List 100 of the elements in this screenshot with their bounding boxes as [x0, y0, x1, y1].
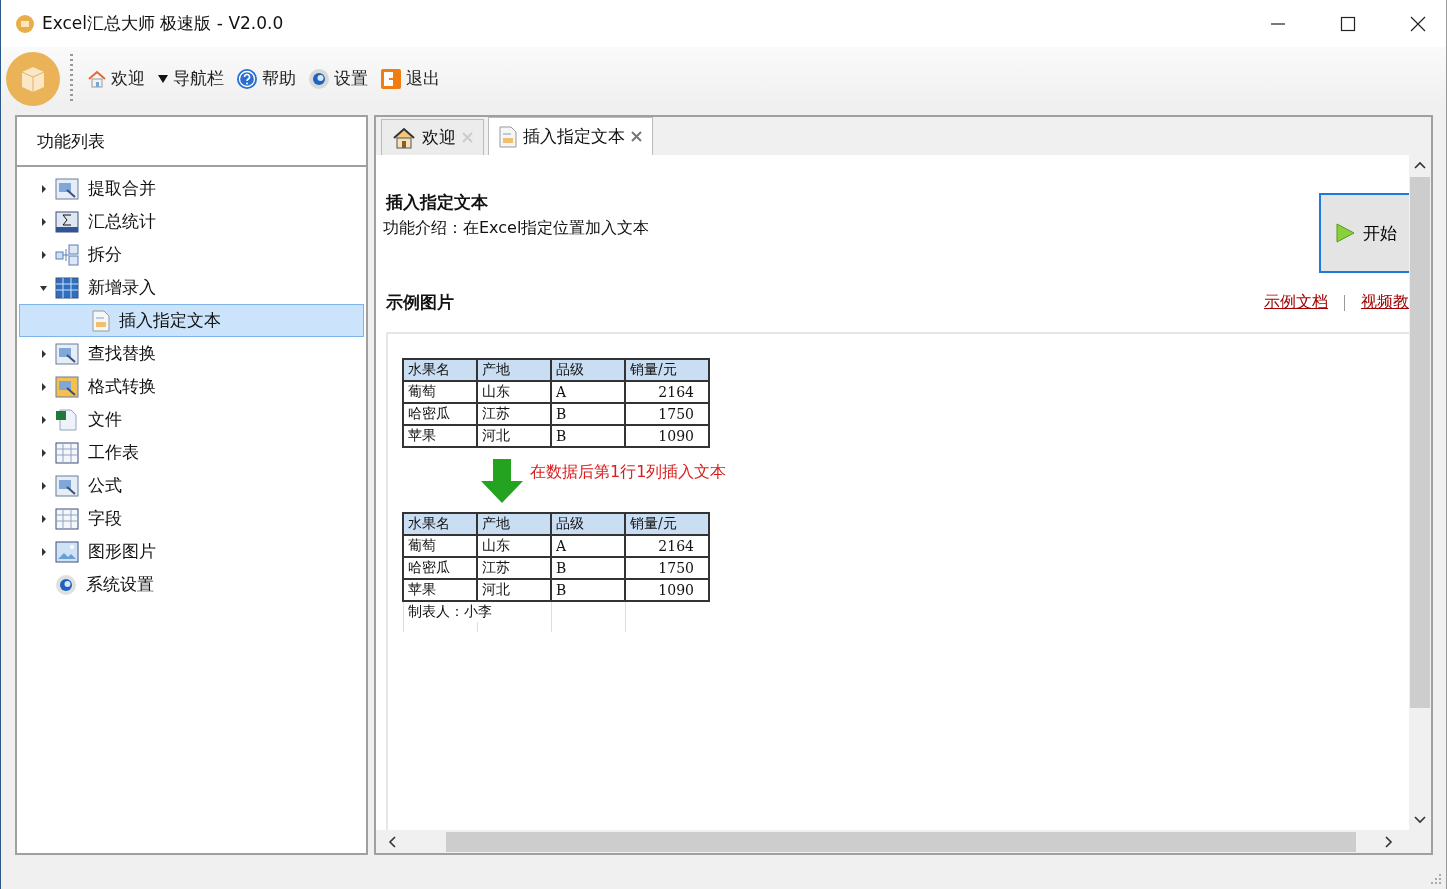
- table-cell: B: [551, 425, 625, 447]
- toolbar-button[interactable]: 退出: [374, 67, 446, 90]
- table-cell: 哈密瓜: [403, 403, 477, 425]
- column-header: 品级: [551, 513, 625, 535]
- down-arrow-icon: [480, 458, 524, 504]
- table-cell: 山东: [477, 535, 551, 557]
- document-icon: [499, 125, 517, 148]
- collapsed-arrow-icon[interactable]: [40, 184, 48, 193]
- column-header: 产地: [477, 513, 551, 535]
- toolbar-button[interactable]: 帮助: [230, 67, 302, 90]
- scroll-up-icon[interactable]: [1414, 161, 1426, 169]
- feature-description: 功能介绍：在Excel指定位置加入文本: [383, 218, 650, 239]
- scroll-left-icon[interactable]: [388, 835, 396, 848]
- collapsed-arrow-icon[interactable]: [40, 481, 48, 490]
- table-cell: 江苏: [477, 557, 551, 579]
- tree-item[interactable]: 系统设置: [17, 568, 366, 601]
- collapsed-arrow-icon[interactable]: [40, 448, 48, 457]
- settings-icon: [308, 67, 330, 90]
- caret-icon: [157, 73, 169, 84]
- sheet-icon: [55, 342, 79, 365]
- table-cell: 制表人：小李: [403, 601, 551, 622]
- table-cell: 河北: [477, 579, 551, 601]
- table-cell: 1090: [625, 425, 709, 447]
- tree-item[interactable]: 新增录入: [17, 271, 366, 304]
- sheet-icon: [55, 474, 79, 497]
- table-icon: [55, 441, 79, 464]
- toolbar-button[interactable]: 设置: [302, 67, 374, 90]
- scroll-right-icon[interactable]: [1385, 835, 1393, 848]
- column-header: 销量/元: [625, 359, 709, 381]
- tree-item[interactable]: 格式转换: [17, 370, 366, 403]
- tree-item[interactable]: 插入指定文本: [19, 304, 364, 337]
- table-cell: A: [551, 535, 625, 557]
- table-cell: 苹果: [403, 579, 477, 601]
- image-icon: [55, 540, 79, 563]
- tree-item[interactable]: 公式: [17, 469, 366, 502]
- annotation-text: 在数据后第1行1列插入文本: [530, 462, 727, 483]
- table-cell: B: [551, 579, 625, 601]
- toolbar-button[interactable]: 导航栏: [151, 67, 230, 90]
- scroll-down-icon[interactable]: [1414, 816, 1426, 824]
- table-cell: 1090: [625, 579, 709, 601]
- settings-icon: [55, 573, 77, 596]
- sheet-icon: [55, 375, 79, 398]
- collapsed-arrow-icon[interactable]: [40, 547, 48, 556]
- tree-item[interactable]: 字段: [17, 502, 366, 535]
- tab[interactable]: 插入指定文本: [488, 117, 653, 155]
- link[interactable]: 视频教: [1361, 292, 1409, 313]
- column-header: 销量/元: [625, 513, 709, 535]
- close-icon[interactable]: [1410, 15, 1426, 32]
- column-header: 产地: [477, 359, 551, 381]
- table-cell: B: [551, 557, 625, 579]
- collapsed-arrow-icon[interactable]: [40, 217, 48, 226]
- table-cell: 葡萄: [403, 381, 477, 403]
- sigma-icon: [55, 210, 79, 233]
- collapsed-arrow-icon[interactable]: [40, 349, 48, 358]
- tree-item[interactable]: 拆分: [17, 238, 366, 271]
- collapsed-arrow-icon[interactable]: [40, 514, 48, 523]
- split-icon: [55, 243, 79, 266]
- panel-title: 功能列表: [37, 129, 105, 153]
- link[interactable]: 示例文档: [1264, 292, 1328, 313]
- feature-title: 插入指定文本: [386, 191, 489, 214]
- help-icon: [236, 67, 258, 90]
- maximize-icon[interactable]: [1340, 15, 1356, 32]
- tree-item[interactable]: 提取合并: [17, 172, 366, 205]
- horizontal-scrollbar[interactable]: [376, 830, 1431, 853]
- exit-icon: [380, 67, 402, 90]
- sheet-icon: [55, 177, 79, 200]
- collapsed-arrow-icon[interactable]: [40, 250, 48, 259]
- document-icon: [92, 309, 110, 332]
- tab[interactable]: 欢迎: [381, 119, 484, 155]
- tree-item[interactable]: 工作表: [17, 436, 366, 469]
- tree-item[interactable]: 汇总统计: [17, 205, 366, 238]
- table-cell: 葡萄: [403, 535, 477, 557]
- table-cell: 河北: [477, 425, 551, 447]
- table-cell: 2164: [625, 381, 709, 403]
- table-cell: A: [551, 381, 625, 403]
- table-cell: 江苏: [477, 403, 551, 425]
- collapsed-arrow-icon[interactable]: [40, 382, 48, 391]
- app-logo-icon: [16, 14, 34, 33]
- section-title: 示例图片: [386, 291, 454, 314]
- column-header: 水果名: [403, 359, 477, 381]
- table-cell: 1750: [625, 557, 709, 579]
- table-cell: 苹果: [403, 425, 477, 447]
- expanded-arrow-icon[interactable]: [40, 283, 48, 292]
- column-header: 品级: [551, 359, 625, 381]
- house-icon: [87, 68, 107, 89]
- resize-grip-icon[interactable]: [1430, 873, 1442, 885]
- house-icon: [392, 125, 416, 150]
- tree-item[interactable]: 文件: [17, 403, 366, 436]
- collapsed-arrow-icon[interactable]: [40, 415, 48, 424]
- window-title: Excel汇总大师 极速版 - V2.0.0: [42, 12, 284, 35]
- column-header: 水果名: [403, 513, 477, 535]
- table-cell: B: [551, 403, 625, 425]
- tree-item[interactable]: 图形图片: [17, 535, 366, 568]
- tree-item[interactable]: 查找替换: [17, 337, 366, 370]
- start-button[interactable]: 开始: [1319, 193, 1409, 273]
- table-cell: 山东: [477, 381, 551, 403]
- play-icon: [1335, 223, 1355, 243]
- toolbar-button[interactable]: 欢迎: [81, 67, 151, 90]
- table-cell: 2164: [625, 535, 709, 557]
- table-cell: 1750: [625, 403, 709, 425]
